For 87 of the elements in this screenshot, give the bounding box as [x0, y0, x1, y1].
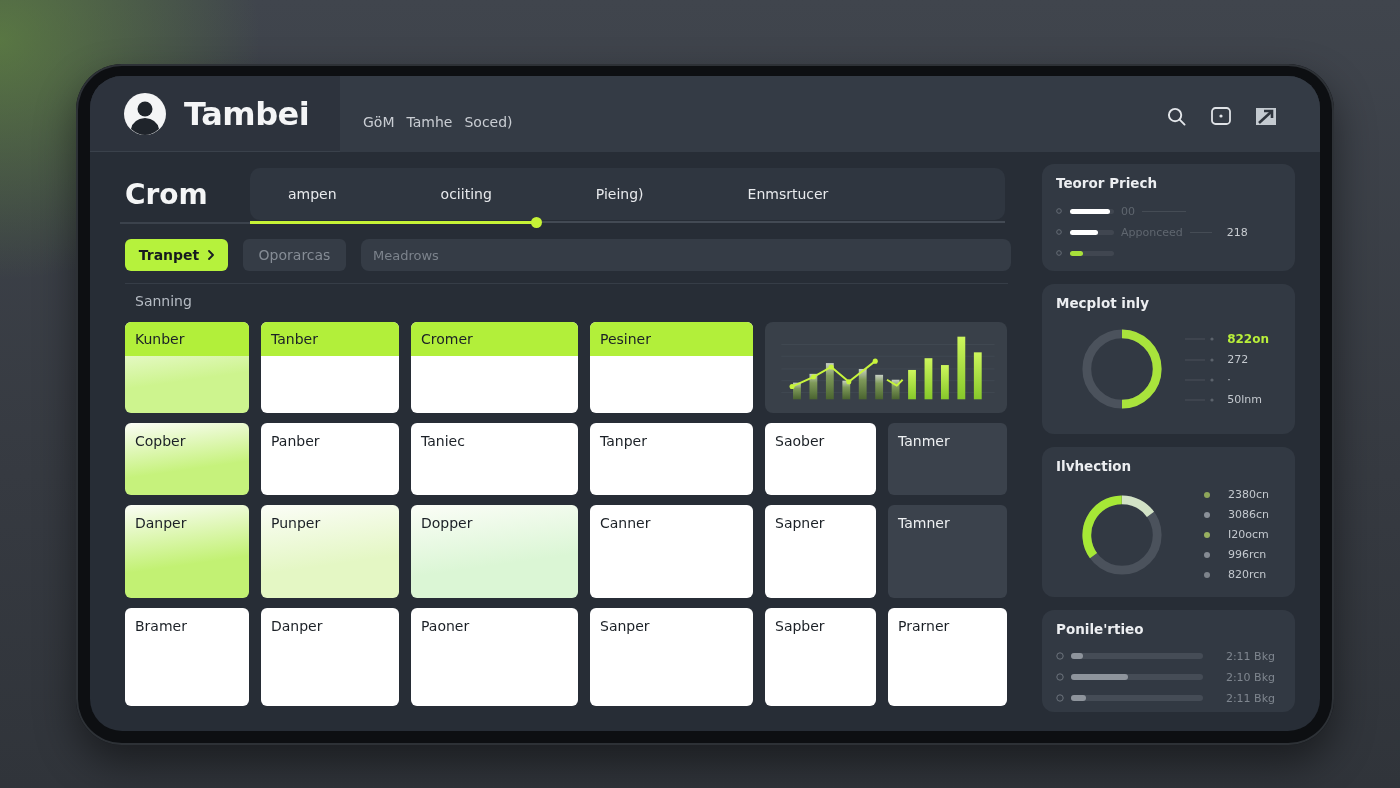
nav-link[interactable]: GöM [363, 114, 395, 130]
row-value: 218 [1226, 225, 1248, 239]
panel-title: Ponile'rtieo [1056, 621, 1145, 637]
bullet-icon [1056, 652, 1064, 660]
card[interactable]: Sanper [590, 608, 753, 706]
card[interactable]: Danper [125, 505, 249, 598]
card-title: Canner [600, 515, 651, 531]
legend-value: 3086cn [1228, 508, 1269, 521]
card[interactable]: Tanmer [888, 423, 1007, 495]
row-value: 2:11 Bkg [1225, 649, 1275, 663]
primary-button[interactable]: Tranpet [125, 239, 228, 271]
card[interactable]: Tanber [261, 322, 399, 413]
legend-value: · [1227, 373, 1231, 386]
card-title: Danper [135, 515, 187, 531]
card[interactable]: Tanper [590, 423, 753, 495]
card-title: Tanper [600, 433, 647, 449]
search-field[interactable]: Meadrows [361, 239, 1011, 271]
card-title: Saober [775, 433, 825, 449]
panel-title: Teoror Priech [1056, 175, 1159, 191]
card-title: Tanmer [898, 433, 950, 449]
legend-value: 822on [1227, 332, 1269, 346]
search-icon[interactable] [1167, 106, 1186, 126]
card[interactable]: Bramer [125, 608, 249, 706]
card[interactable]: Sapber [765, 608, 876, 706]
page-title: Crom [124, 176, 209, 213]
card-title: Sanper [600, 618, 650, 634]
card-title: Sapber [775, 618, 825, 634]
tab[interactable]: Pieing) [595, 186, 644, 202]
legend-value: 2380cn [1228, 488, 1269, 501]
legend-value: 272 [1227, 353, 1249, 366]
card-title: Copber [135, 433, 186, 449]
card[interactable]: Panber [261, 423, 399, 495]
card[interactable]: Canner [590, 505, 753, 598]
card[interactable]: Sapner [765, 505, 876, 598]
section-label: Sanning [135, 293, 193, 309]
legend-marker-icon [1185, 357, 1216, 362]
bullet-icon [1056, 229, 1062, 235]
card-header: Kunber [125, 322, 249, 356]
card[interactable]: Saober [765, 423, 876, 495]
card[interactable]: Danper [261, 608, 399, 706]
card-header: Pesiner [590, 322, 753, 356]
brand-name: Tambei [184, 94, 310, 133]
bullet-icon [1056, 250, 1062, 256]
card-title: Dopper [421, 515, 473, 531]
card-header: Cromer [411, 322, 578, 356]
legend-value: 820rcn [1228, 568, 1267, 581]
card-title: Taniec [421, 433, 465, 449]
chevron-icon [208, 250, 215, 260]
avatar-icon [124, 92, 166, 135]
slider-handle[interactable] [531, 216, 543, 228]
bullet-icon [1056, 694, 1064, 702]
bullet-icon [1056, 208, 1062, 214]
card-title: Prarner [898, 618, 950, 634]
card-header: Tanber [261, 322, 399, 356]
arrow-box-icon[interactable] [1256, 107, 1276, 125]
card[interactable]: Taniec [411, 423, 578, 495]
panel-title: Ilvhection [1056, 458, 1133, 474]
tab[interactable]: ociiting [440, 186, 492, 202]
nav-link[interactable]: Tamhe [406, 114, 453, 130]
card[interactable]: Copber [125, 423, 249, 495]
bullet-icon [1056, 673, 1064, 681]
card-title: Panber [271, 433, 320, 449]
card-title: Danper [271, 618, 323, 634]
row-value: 2:10 Bkg [1225, 670, 1275, 684]
legend-marker-icon [1185, 397, 1216, 402]
legend-marker-icon [1185, 377, 1216, 382]
card-title: Tamner [898, 515, 950, 531]
panel-title: Mecplot inly [1056, 295, 1150, 311]
card[interactable]: Punper [261, 505, 399, 598]
card[interactable]: Dopper [411, 505, 578, 598]
legend-value: 50lnm [1227, 393, 1262, 406]
tab[interactable]: ampen [288, 186, 337, 202]
card[interactable]: Prarner [888, 608, 1007, 706]
nav-link[interactable]: Soced) [464, 114, 513, 130]
legend-value: I20ocm [1228, 528, 1269, 541]
tab[interactable]: Enmsrtucer [747, 186, 829, 202]
card[interactable]: Pesiner [590, 322, 753, 413]
row-value: 2:11 Bkg [1225, 691, 1275, 705]
card-title: Sapner [775, 515, 825, 531]
card-title: Punper [271, 515, 321, 531]
card-title: Bramer [135, 618, 187, 634]
card[interactable]: Cromer [411, 322, 578, 413]
card-title: Paoner [421, 618, 470, 634]
card[interactable]: Paoner [411, 608, 578, 706]
legend-value: 996rcn [1228, 548, 1267, 561]
card[interactable]: Kunber [125, 322, 249, 413]
card[interactable]: Tamner [888, 505, 1007, 598]
